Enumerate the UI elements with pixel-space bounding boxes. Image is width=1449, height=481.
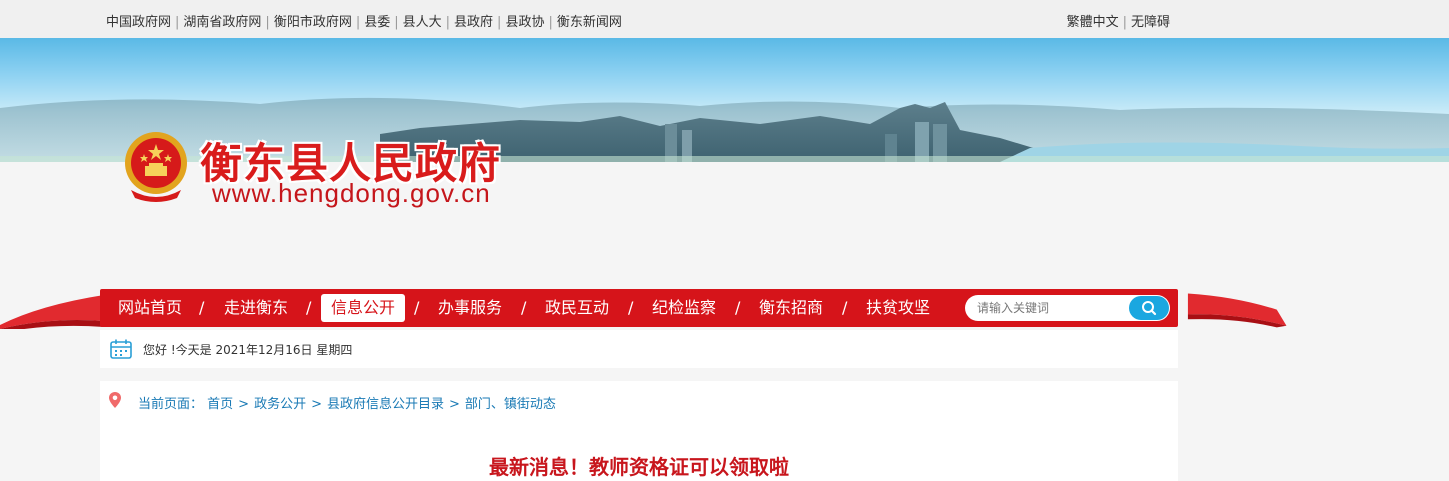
breadcrumb-home[interactable]: 首页 [207, 397, 233, 412]
external-links: 中国政府网 | 湖南省政府网 | 衡阳市政府网 | 县委 | 县人大 | 县政府 | 县政协 | 衡东新闻网 [106, 15, 622, 30]
nav-separator: / [735, 298, 741, 317]
calendar-icon [110, 339, 132, 359]
breadcrumb-gov-affairs[interactable]: 政务公开 [254, 397, 306, 412]
link-gov-china[interactable]: 中国政府网 [106, 15, 171, 30]
nav-home[interactable]: 网站首页 [108, 294, 192, 322]
top-bar: 中国政府网 | 湖南省政府网 | 衡阳市政府网 | 县委 | 县人大 | 县政府 | 县政协 | 衡东新闻网… [0, 0, 1449, 38]
top-right-links: 繁體中文 | 无障碍 [1066, 15, 1170, 30]
breadcrumb-separator: > [311, 397, 322, 412]
nav-interaction[interactable]: 政民互动 [535, 294, 619, 322]
nav-separator: / [306, 298, 312, 317]
location-pin-icon [109, 392, 121, 408]
left-ribbon-decoration [0, 295, 104, 329]
nav-separator: / [628, 298, 634, 317]
nav-discipline[interactable]: 纪检监察 [642, 294, 726, 322]
breadcrumb: 当前页面： 首页 > 政务公开 > 县政府信息公开目录 > 部门、镇街动态 [138, 393, 556, 412]
search-input[interactable] [973, 298, 1121, 318]
search-box [965, 295, 1170, 321]
nav-about-hengdong[interactable]: 走进衡东 [214, 294, 298, 322]
breadcrumb-separator: > [449, 397, 460, 412]
nav-services[interactable]: 办事服务 [428, 294, 512, 322]
content-panel: 当前页面： 首页 > 政务公开 > 县政府信息公开目录 > 部门、镇街动态 最新消息！教师资… [100, 381, 1178, 481]
nav-separator: / [521, 298, 527, 317]
nav-separator: / [199, 298, 205, 317]
nav-separator: / [842, 298, 848, 317]
search-icon [1142, 301, 1157, 316]
breadcrumb-info-catalog[interactable]: 县政府信息公开目录 [327, 397, 444, 412]
national-emblem-icon [123, 130, 189, 202]
search-button[interactable] [1129, 296, 1169, 320]
link-county-committee[interactable]: 县委 [364, 15, 390, 30]
accessibility-link[interactable]: 无障碍 [1131, 15, 1170, 30]
breadcrumb-dept-news[interactable]: 部门、镇街动态 [465, 397, 556, 412]
nav-poverty-alleviation[interactable]: 扶贫攻坚 [856, 294, 940, 322]
breadcrumb-separator: > [238, 397, 250, 412]
link-hunan[interactable]: 湖南省政府网 [183, 15, 261, 30]
date-text: 您好 !今天是 2021年12月16日 星期四 [143, 343, 353, 357]
site-url: www.hengdong.gov.cn [212, 178, 491, 208]
link-hengyang[interactable]: 衡阳市政府网 [274, 15, 352, 30]
right-ribbon-decoration [1187, 293, 1287, 328]
link-county-congress[interactable]: 县人大 [403, 15, 442, 30]
nav-info-disclosure[interactable]: 信息公开 [321, 294, 406, 322]
breadcrumb-label: 当前页面： [138, 397, 204, 412]
traditional-chinese-link[interactable]: 繁體中文 [1067, 15, 1119, 30]
nav-investment[interactable]: 衡东招商 [749, 294, 833, 322]
nav-separator: / [414, 298, 420, 317]
main-nav: 网站首页 / 走进衡东 / 信息公开 / 办事服务 / 政民互动 / 纪检监察 … [100, 289, 1178, 327]
link-county-government[interactable]: 县政府 [454, 15, 493, 30]
date-bar: 您好 !今天是 2021年12月16日 星期四 [100, 330, 1178, 368]
article-title: 最新消息！教师资格证可以领取啦 [489, 455, 789, 479]
link-county-cppcc[interactable]: 县政协 [505, 15, 544, 30]
link-news[interactable]: 衡东新闻网 [557, 15, 622, 30]
